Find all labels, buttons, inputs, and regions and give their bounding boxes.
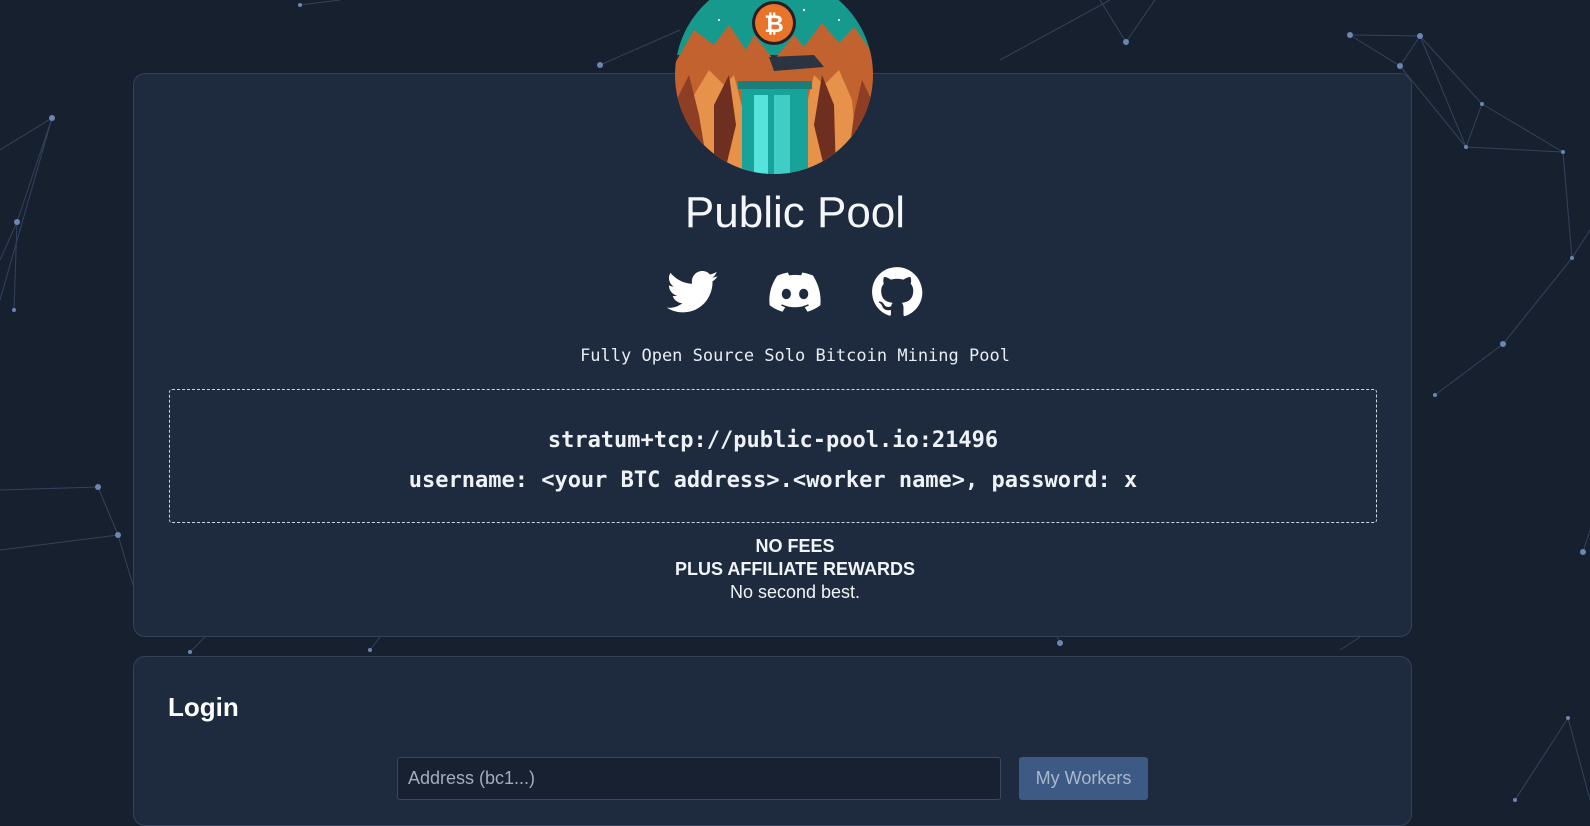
twitter-icon xyxy=(666,270,719,313)
tagline: Fully Open Source Solo Bitcoin Mining Po… xyxy=(580,346,1010,366)
my-workers-button[interactable]: My Workers xyxy=(1019,757,1148,800)
login-title: Login xyxy=(168,692,239,722)
page-title: Public Pool xyxy=(684,188,906,237)
slogan-text: No second best. xyxy=(729,582,861,602)
github-link[interactable] xyxy=(871,266,923,318)
stratum-url: stratum+tcp://public-pool.io:21496 xyxy=(547,428,999,453)
svg-text:₿: ₿ xyxy=(764,10,784,38)
github-icon xyxy=(872,267,923,317)
connection-info-box: stratum+tcp://public-pool.io:21496 usern… xyxy=(169,389,1377,523)
discord-link[interactable] xyxy=(769,266,821,318)
stratum-credentials: username: <your BTC address>.<worker nam… xyxy=(408,468,1138,493)
no-fees-text: NO FEES xyxy=(755,536,835,556)
discord-icon xyxy=(769,272,821,312)
affiliate-rewards-text: PLUS AFFILIATE REWARDS xyxy=(675,559,915,579)
public-pool-logo: ₿ xyxy=(675,0,873,174)
social-links xyxy=(0,266,1590,318)
fees-info: NO FEES PLUS AFFILIATE REWARDS No second… xyxy=(0,535,1590,604)
twitter-link[interactable] xyxy=(666,266,719,318)
login-card xyxy=(133,656,1412,826)
address-input[interactable] xyxy=(397,757,1001,800)
